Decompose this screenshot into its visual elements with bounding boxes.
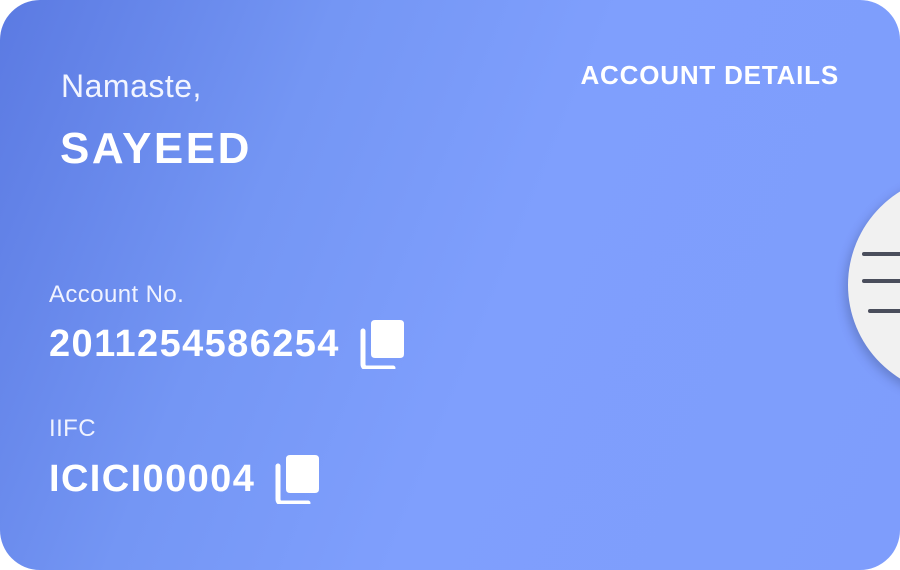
- iifc-label: IIFC: [49, 415, 96, 442]
- greeting-text: Namaste,: [61, 68, 202, 104]
- hamburger-menu-icon-bar: [862, 279, 900, 283]
- account-details-link[interactable]: ACCOUNT DETAILS: [580, 60, 839, 91]
- hamburger-menu-icon-bar: [868, 309, 900, 313]
- copy-icon[interactable]: [360, 319, 406, 369]
- account-card: Namaste, SAYEED ACCOUNT DETAILS Account …: [0, 0, 900, 570]
- menu-button[interactable]: [848, 175, 900, 395]
- iifc-row: ICICI00004: [49, 454, 321, 504]
- user-name: SAYEED: [60, 124, 252, 173]
- account-number-value: 2011254586254: [49, 322, 340, 365]
- iifc-value: ICICI00004: [49, 457, 256, 500]
- copy-icon[interactable]: [275, 454, 321, 504]
- account-number-row: 2011254586254: [49, 319, 406, 369]
- account-number-label: Account No.: [49, 281, 185, 308]
- hamburger-menu-icon: [862, 252, 900, 256]
